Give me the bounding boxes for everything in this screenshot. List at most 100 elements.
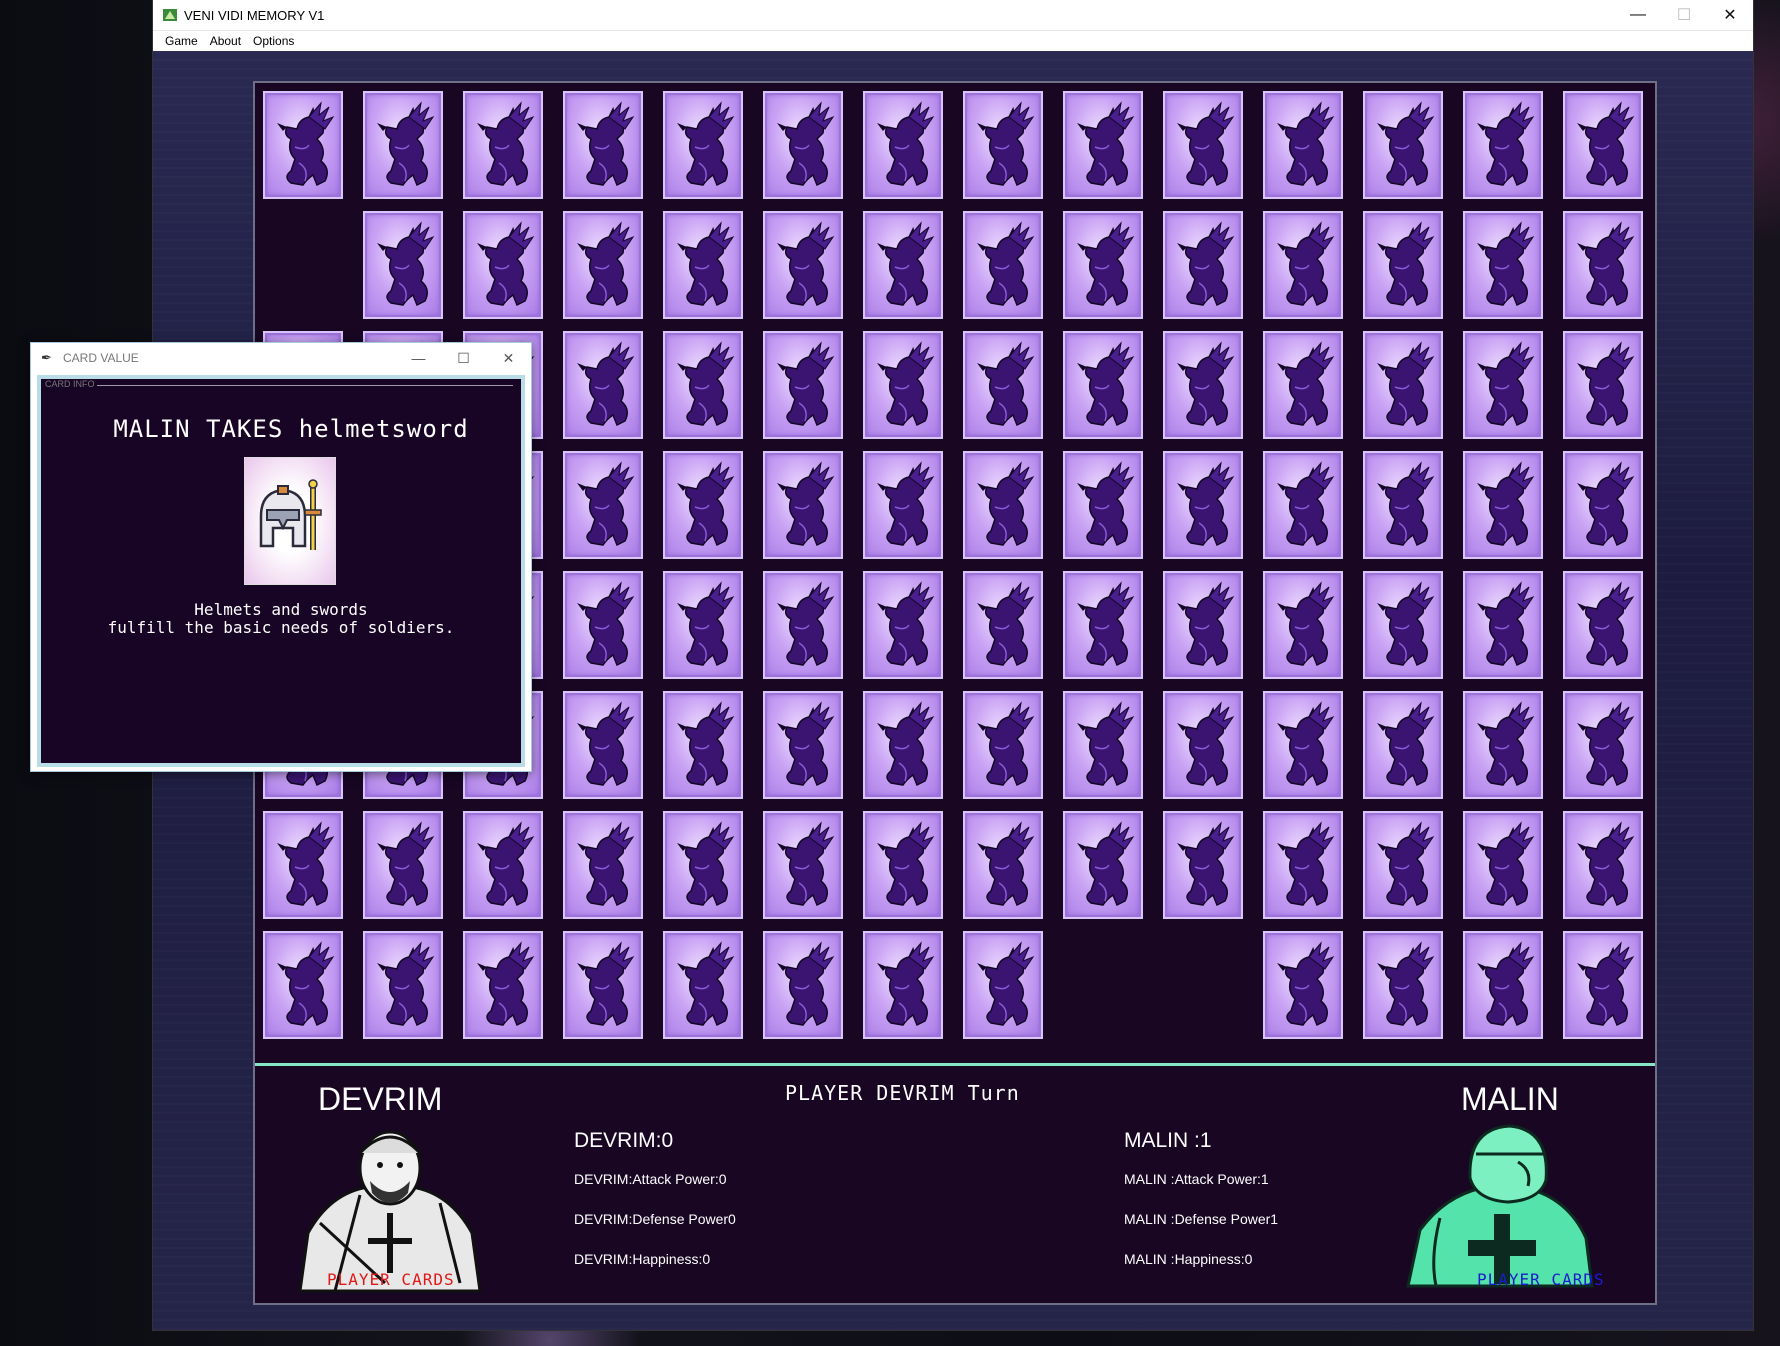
memory-card[interactable] bbox=[263, 91, 343, 199]
memory-card[interactable] bbox=[1363, 571, 1443, 679]
memory-card[interactable] bbox=[763, 571, 843, 679]
memory-card[interactable] bbox=[1363, 211, 1443, 319]
memory-card[interactable] bbox=[1163, 211, 1243, 319]
memory-card[interactable] bbox=[563, 571, 643, 679]
memory-card[interactable] bbox=[1563, 691, 1643, 799]
memory-card[interactable] bbox=[1363, 691, 1443, 799]
player-left-cards-button[interactable]: PLAYER CARDS bbox=[327, 1270, 455, 1289]
memory-card[interactable] bbox=[463, 931, 543, 1039]
memory-card[interactable] bbox=[663, 691, 743, 799]
memory-card[interactable] bbox=[1263, 211, 1343, 319]
memory-card[interactable] bbox=[1563, 91, 1643, 199]
memory-card[interactable] bbox=[1463, 571, 1543, 679]
memory-card[interactable] bbox=[1463, 451, 1543, 559]
memory-card[interactable] bbox=[1063, 571, 1143, 679]
memory-card[interactable] bbox=[863, 331, 943, 439]
memory-card[interactable] bbox=[963, 571, 1043, 679]
memory-card[interactable] bbox=[963, 331, 1043, 439]
memory-card[interactable] bbox=[1063, 691, 1143, 799]
memory-card[interactable] bbox=[1063, 211, 1143, 319]
memory-card[interactable] bbox=[1263, 331, 1343, 439]
dialog-minimize-button[interactable]: — bbox=[396, 350, 441, 366]
memory-card[interactable] bbox=[563, 931, 643, 1039]
memory-card[interactable] bbox=[1163, 91, 1243, 199]
memory-card[interactable] bbox=[263, 811, 343, 919]
memory-card[interactable] bbox=[1563, 811, 1643, 919]
memory-card[interactable] bbox=[863, 211, 943, 319]
memory-card[interactable] bbox=[1463, 931, 1543, 1039]
memory-card[interactable] bbox=[263, 931, 343, 1039]
memory-card[interactable] bbox=[1563, 931, 1643, 1039]
memory-card[interactable] bbox=[663, 331, 743, 439]
memory-card[interactable] bbox=[1263, 91, 1343, 199]
memory-card[interactable] bbox=[763, 331, 843, 439]
memory-card[interactable] bbox=[1463, 691, 1543, 799]
memory-card[interactable] bbox=[1563, 451, 1643, 559]
memory-card[interactable] bbox=[1363, 331, 1443, 439]
memory-card[interactable] bbox=[563, 331, 643, 439]
memory-card[interactable] bbox=[1163, 811, 1243, 919]
memory-card[interactable] bbox=[663, 91, 743, 199]
memory-card[interactable] bbox=[863, 811, 943, 919]
memory-card[interactable] bbox=[1063, 331, 1143, 439]
knight-portrait-left[interactable] bbox=[290, 1123, 490, 1293]
memory-card[interactable] bbox=[963, 91, 1043, 199]
memory-card[interactable] bbox=[863, 931, 943, 1039]
memory-card[interactable] bbox=[763, 931, 843, 1039]
memory-card[interactable] bbox=[663, 811, 743, 919]
memory-card[interactable] bbox=[663, 451, 743, 559]
memory-card[interactable] bbox=[763, 691, 843, 799]
memory-card[interactable] bbox=[1463, 211, 1543, 319]
memory-card[interactable] bbox=[1063, 451, 1143, 559]
memory-card[interactable] bbox=[963, 931, 1043, 1039]
memory-card[interactable] bbox=[963, 811, 1043, 919]
memory-card[interactable] bbox=[463, 211, 543, 319]
memory-card[interactable] bbox=[463, 811, 543, 919]
memory-card[interactable] bbox=[1563, 331, 1643, 439]
memory-card[interactable] bbox=[563, 811, 643, 919]
memory-card[interactable] bbox=[463, 91, 543, 199]
memory-card[interactable] bbox=[863, 691, 943, 799]
knight-portrait-right[interactable] bbox=[1400, 1118, 1600, 1288]
menu-about[interactable]: About bbox=[204, 34, 247, 48]
maximize-button[interactable]: ☐ bbox=[1661, 0, 1707, 30]
memory-card[interactable] bbox=[1563, 211, 1643, 319]
memory-card[interactable] bbox=[1463, 331, 1543, 439]
memory-card[interactable] bbox=[963, 691, 1043, 799]
memory-card[interactable] bbox=[1363, 451, 1443, 559]
minimize-button[interactable]: — bbox=[1615, 0, 1661, 30]
memory-card[interactable] bbox=[863, 451, 943, 559]
menu-options[interactable]: Options bbox=[247, 34, 300, 48]
player-right-cards-button[interactable]: PLAYER CARDS bbox=[1477, 1270, 1605, 1289]
memory-card[interactable] bbox=[1163, 691, 1243, 799]
memory-card[interactable] bbox=[363, 91, 443, 199]
title-bar[interactable]: VENI VIDI MEMORY V1 — ☐ ✕ bbox=[153, 0, 1753, 31]
memory-card[interactable] bbox=[563, 211, 643, 319]
memory-card[interactable] bbox=[1363, 811, 1443, 919]
memory-card[interactable] bbox=[363, 211, 443, 319]
dialog-title-bar[interactable]: ✒ CARD VALUE — ☐ ✕ bbox=[31, 343, 531, 373]
dialog-maximize-button[interactable]: ☐ bbox=[441, 350, 486, 367]
memory-card[interactable] bbox=[1063, 811, 1143, 919]
memory-card[interactable] bbox=[863, 91, 943, 199]
memory-card[interactable] bbox=[363, 931, 443, 1039]
memory-card[interactable] bbox=[1163, 451, 1243, 559]
memory-card[interactable] bbox=[1163, 571, 1243, 679]
memory-card[interactable] bbox=[763, 451, 843, 559]
memory-card[interactable] bbox=[863, 571, 943, 679]
menu-game[interactable]: Game bbox=[159, 34, 204, 48]
memory-card[interactable] bbox=[1263, 811, 1343, 919]
memory-card[interactable] bbox=[563, 451, 643, 559]
memory-card[interactable] bbox=[1363, 91, 1443, 199]
memory-card[interactable] bbox=[1263, 691, 1343, 799]
memory-card[interactable] bbox=[1463, 91, 1543, 199]
memory-card[interactable] bbox=[1263, 931, 1343, 1039]
memory-card[interactable] bbox=[963, 451, 1043, 559]
dialog-close-button[interactable]: ✕ bbox=[486, 350, 531, 367]
memory-card[interactable] bbox=[1263, 571, 1343, 679]
memory-card[interactable] bbox=[663, 571, 743, 679]
memory-card[interactable] bbox=[1263, 451, 1343, 559]
memory-card[interactable] bbox=[1063, 91, 1143, 199]
memory-card[interactable] bbox=[663, 211, 743, 319]
memory-card[interactable] bbox=[763, 211, 843, 319]
